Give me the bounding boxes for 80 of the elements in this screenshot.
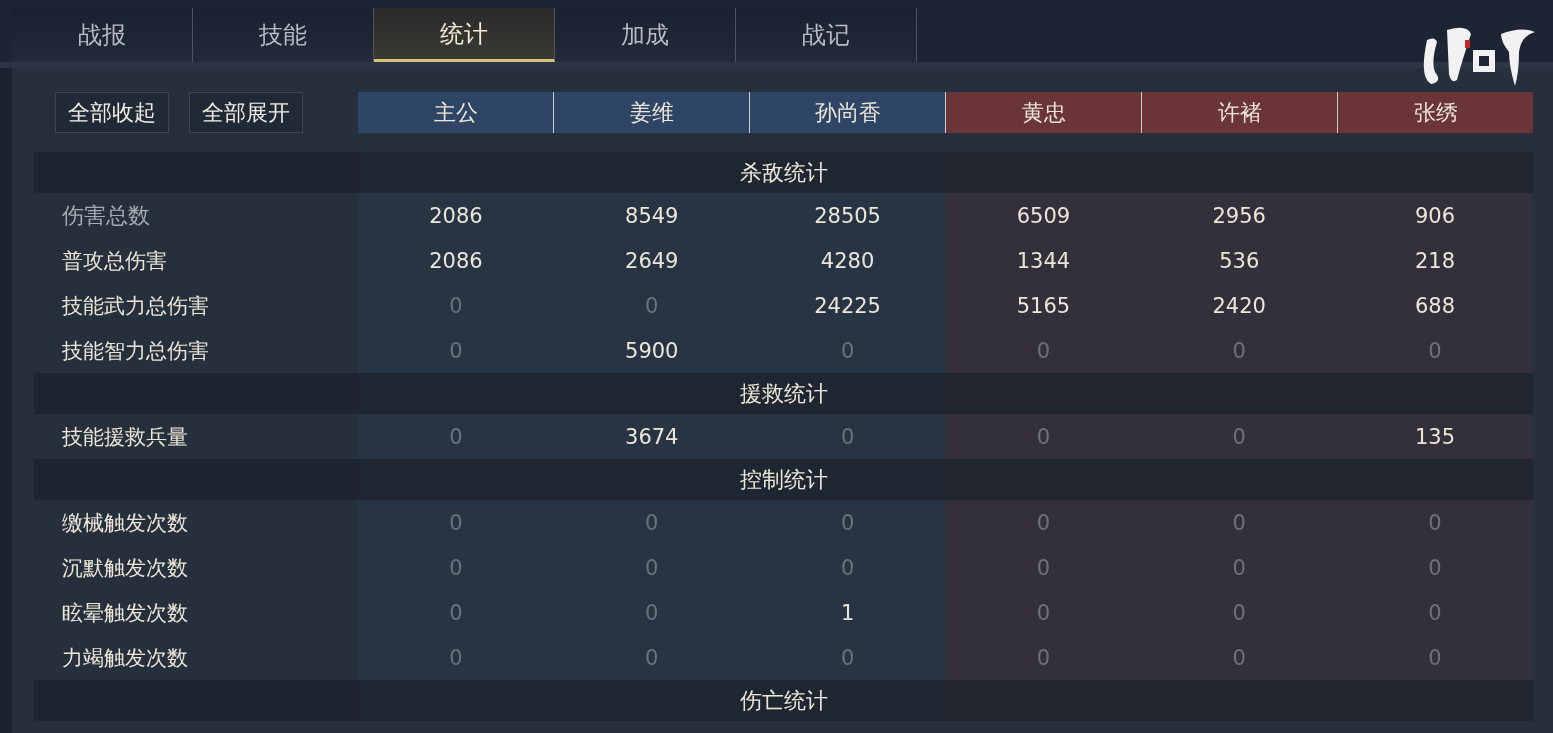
table-cell: 6509 [1016,203,1071,228]
column-header: 主公 [358,92,554,133]
table-cell: 0 [645,510,659,535]
table-cell: 0 [449,338,463,363]
table-cell: 2420 [1212,293,1266,318]
table-cell: 0 [1036,510,1051,535]
table-cell: 135 [1415,424,1456,449]
column-header: 许褚 [1142,92,1338,133]
tab[interactable]: 加成 [555,8,736,62]
tab[interactable]: 战报 [12,8,193,62]
table-cell: 24225 [814,293,881,318]
section-header: 控制统计 [34,459,1533,500]
row-label: 技能援救兵量 [62,424,188,449]
table-cell: 2086 [429,248,483,273]
table-cell: 0 [645,555,659,580]
table-cell: 0 [1036,600,1051,625]
section-header: 援救统计 [34,373,1533,414]
table-cell: 0 [1428,600,1442,625]
tab[interactable]: 统计 [374,8,555,62]
table-cell: 0 [449,555,463,580]
table-cell: 0 [840,338,855,363]
table-cell: 0 [1428,645,1442,670]
table-cell: 5165 [1016,293,1071,318]
table-cell: 0 [1036,645,1051,670]
table-cell: 688 [1415,293,1456,318]
table-cell: 3674 [625,424,679,449]
table-cell: 5900 [625,338,679,363]
row-label: 技能武力总伤害 [62,293,209,318]
table-cell: 0 [645,600,659,625]
table-cell: 0 [1036,338,1051,363]
table-cell: 0 [449,645,463,670]
table-cell: 0 [1232,338,1246,363]
toolbar-button[interactable]: 全部收起 [55,92,169,133]
table-cell: 0 [645,645,659,670]
table-cell: 536 [1219,248,1260,273]
table-cell: 0 [645,293,659,318]
row-label: 力竭触发次数 [62,645,188,670]
table-cell: 0 [840,510,855,535]
section-header: 伤亡统计 [34,680,1533,721]
tab[interactable]: 战记 [736,8,917,62]
table-cell: 0 [840,555,855,580]
table-cell: 0 [449,293,463,318]
tab[interactable]: 技能 [193,8,374,62]
row-label: 普攻总伤害 [62,248,167,273]
column-header: 孙尚香 [750,92,946,133]
table-cell: 0 [1232,555,1246,580]
table-cell: 0 [1232,645,1246,670]
table-cell: 0 [449,510,463,535]
table-cell: 0 [1428,338,1442,363]
table-cell: 0 [449,424,463,449]
row-label: 沉默触发次数 [62,555,188,580]
table-cell: 2649 [625,248,679,273]
table-cell: 0 [1232,510,1246,535]
table-cell: 218 [1415,248,1456,273]
row-label: 伤害总数 [62,202,150,228]
table-cell: 1344 [1016,248,1071,273]
column-header: 黄忠 [946,92,1142,133]
table-cell: 0 [1428,510,1442,535]
toolbar-button[interactable]: 全部展开 [189,92,303,133]
table-cell: 906 [1415,203,1456,228]
column-header: 姜维 [554,92,750,133]
table-cell: 8549 [625,203,679,228]
table-cell: 2956 [1212,203,1266,228]
table-cell: 0 [1036,424,1051,449]
table-cell: 0 [1036,555,1051,580]
table-cell: 0 [840,645,855,670]
table-cell: 0 [1232,600,1246,625]
table-cell: 0 [840,424,855,449]
table-cell: 1 [840,600,855,625]
table-cell: 2086 [429,203,483,228]
section-header: 杀敌统计 [34,152,1533,193]
column-header: 张绣 [1338,92,1533,133]
table-cell: 4280 [820,248,875,273]
table-cell: 0 [1428,555,1442,580]
row-label: 眩晕触发次数 [62,600,188,625]
table-cell: 0 [449,600,463,625]
row-label: 技能智力总伤害 [62,338,209,363]
table-cell: 0 [1232,424,1246,449]
row-label: 缴械触发次数 [62,510,188,535]
table-cell: 28505 [814,203,881,228]
